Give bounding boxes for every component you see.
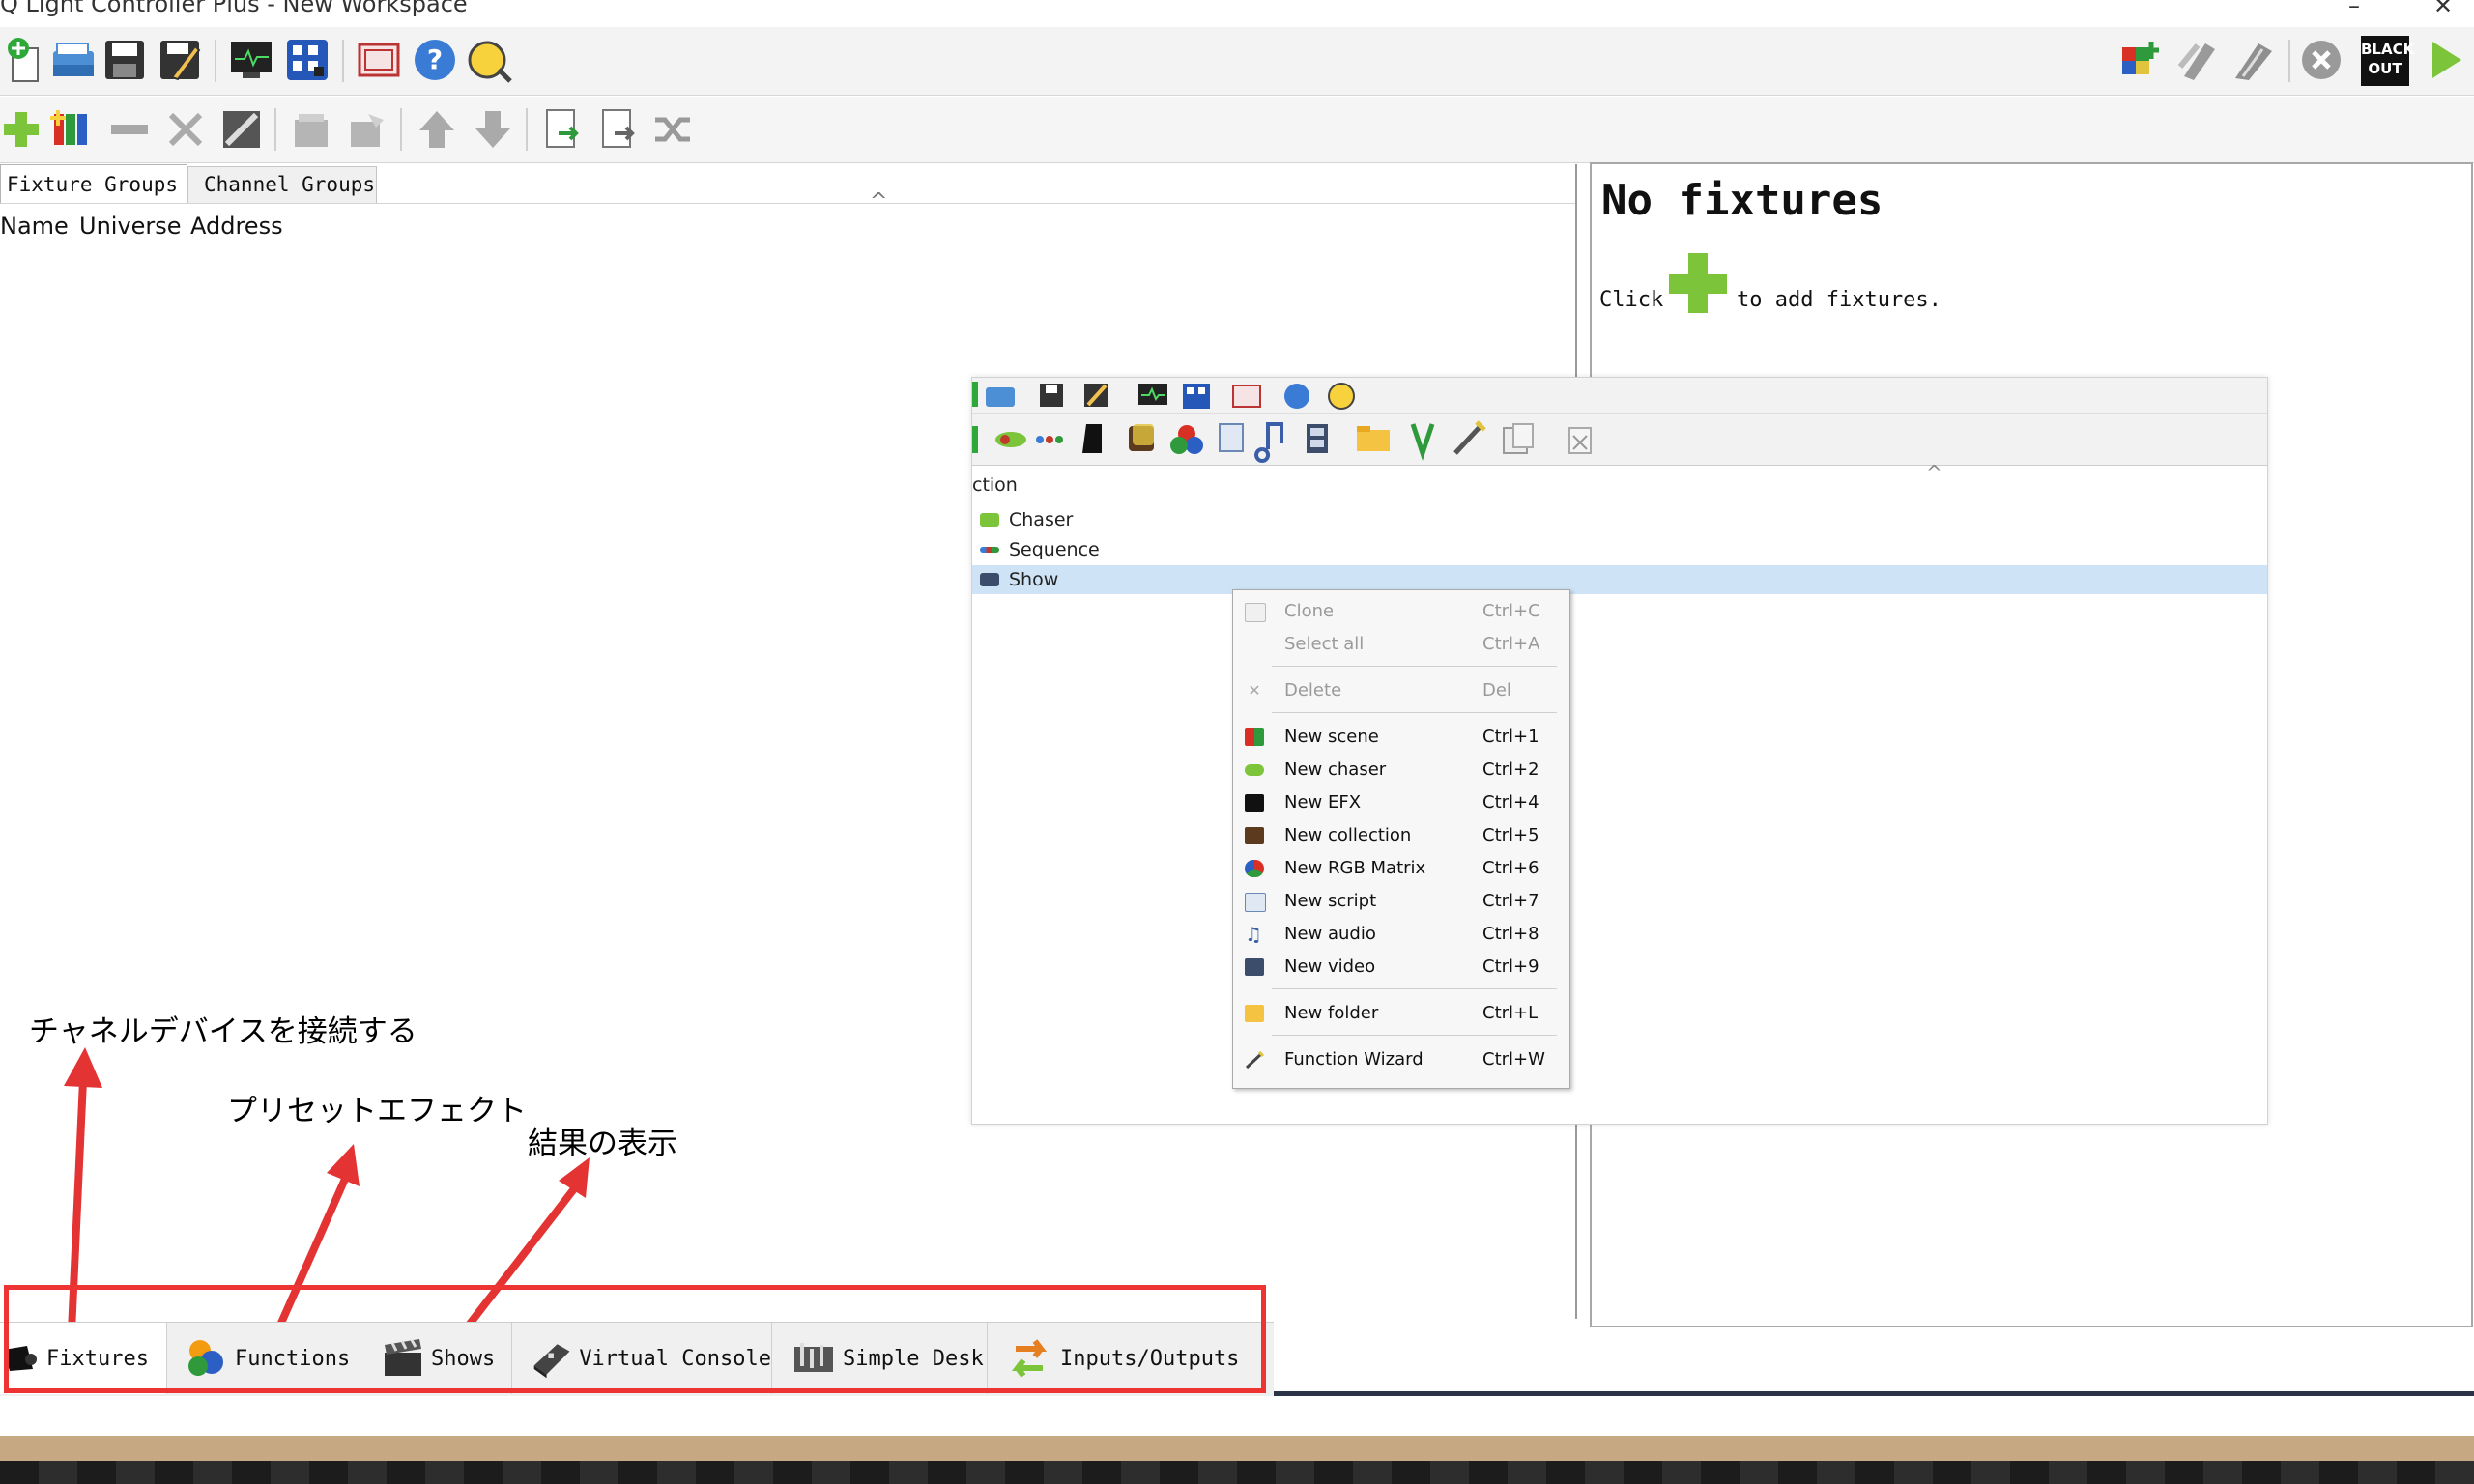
footer-dark-band [0,1461,2474,1484]
fixtures-icon [4,1346,37,1371]
tab-label: Shows [431,1346,496,1371]
tab-label: Fixtures [46,1346,149,1371]
footer-gold-band [0,1436,2474,1461]
annotation-arrows [64,1047,590,1334]
shows-icon [385,1339,421,1376]
tab-label: Virtual Console [579,1346,771,1371]
tab-fixtures[interactable]: Fixtures [0,1323,167,1394]
tab-label: Functions [235,1346,351,1371]
tab-shows[interactable]: Shows [361,1323,512,1394]
tab-virtual-console[interactable]: Virtual Console [513,1323,772,1394]
bottom-tab-bar: Fixtures Functions Shows Virtual Console… [0,1322,1274,1396]
simple-desk-icon [794,1343,833,1372]
status-strip [1274,1391,2474,1396]
tab-label: Simple Desk [843,1346,984,1371]
tab-inputs-outputs[interactable]: Inputs/Outputs [989,1323,1271,1394]
tab-simple-desk[interactable]: Simple Desk [773,1323,988,1394]
tab-label: Inputs/Outputs [1060,1346,1240,1371]
tab-functions[interactable]: Functions [167,1323,360,1394]
inputs-outputs-icon [1012,1339,1047,1378]
virtual-console-icon [533,1344,570,1379]
functions-icon [188,1340,223,1376]
